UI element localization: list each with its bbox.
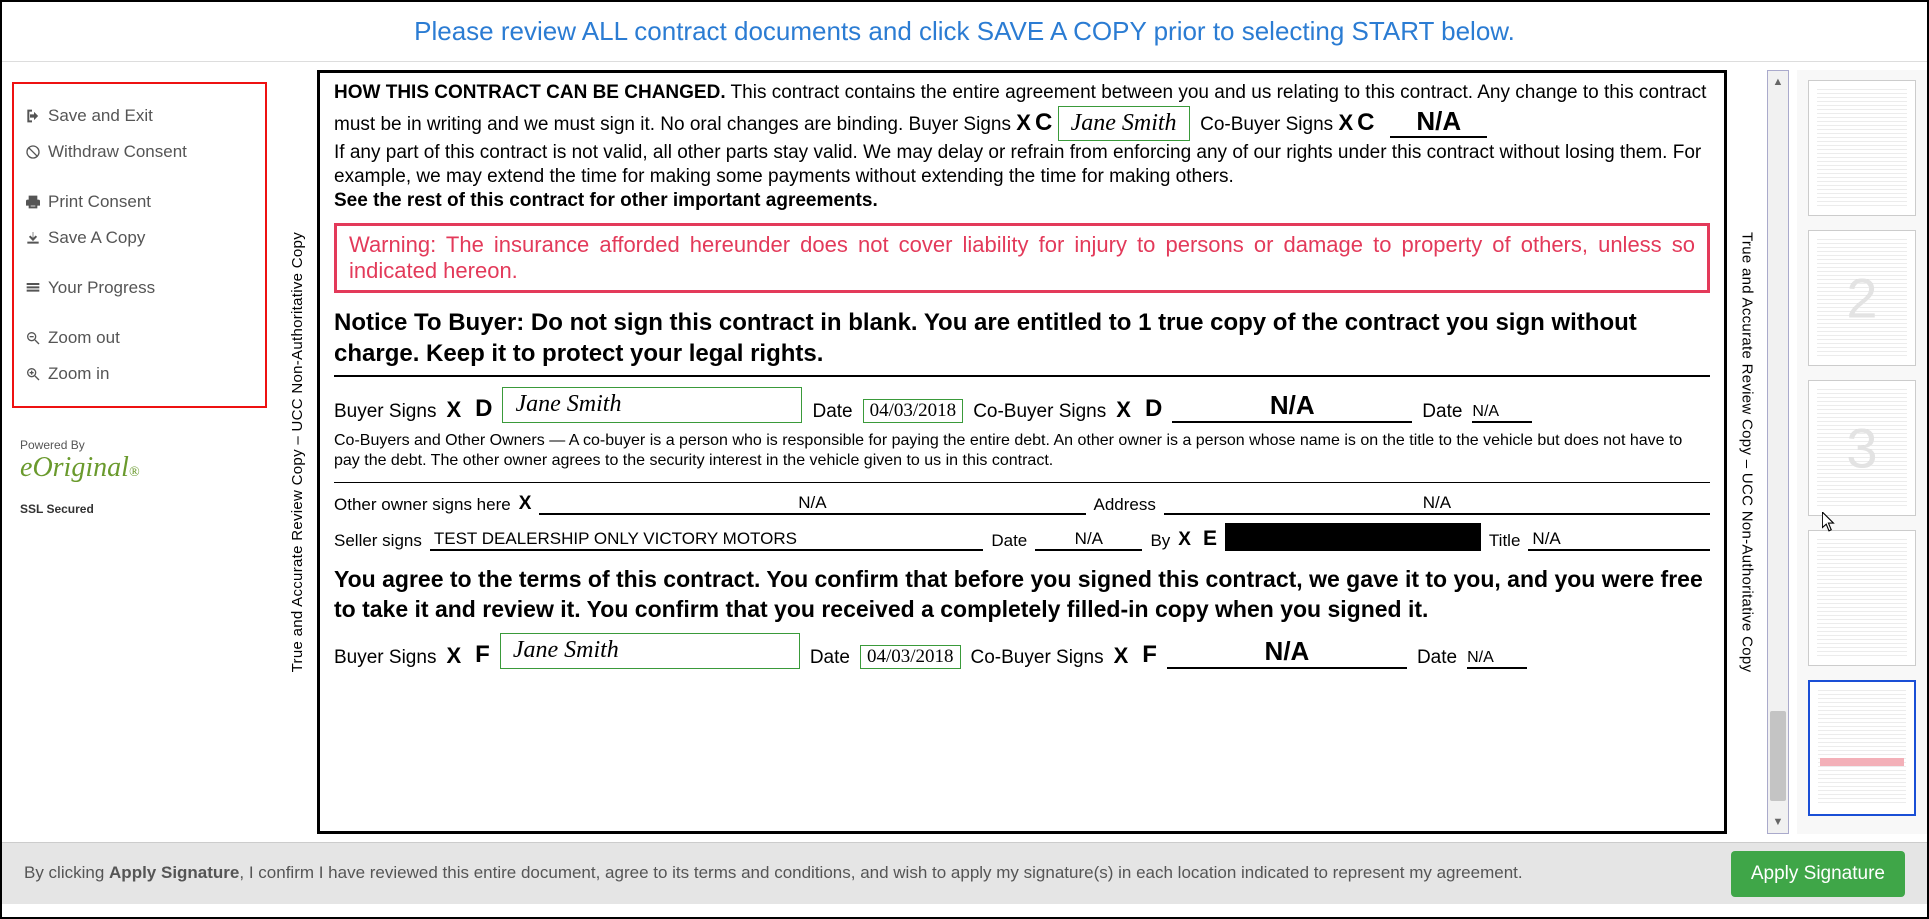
printer-icon — [24, 193, 42, 211]
page-thumbnails: 1 2 3 4 5 — [1797, 70, 1927, 834]
menu-label: Your Progress — [48, 278, 155, 298]
apply-disclaimer: By clicking Apply Signature, I confirm I… — [24, 862, 1711, 884]
document-scrollbar[interactable]: ▲ ▼ — [1767, 70, 1789, 834]
watermark-left: True and Accurate Review Copy – UCC Non-… — [277, 70, 317, 834]
thumb-page-4[interactable]: 4 — [1808, 530, 1916, 666]
zoom-in-icon — [24, 365, 42, 383]
signature-row-f: Buyer Signs XF Jane Smith Date 04/03/201… — [334, 633, 1710, 669]
powered-by-block: Powered By eOriginal® — [12, 438, 267, 484]
other-owner-row: Other owner signs here X N/A Address N/A — [334, 493, 1710, 515]
eoriginal-logo: eOriginal® — [20, 452, 267, 484]
apply-signature-button[interactable]: Apply Signature — [1731, 851, 1905, 897]
thumb-page-2[interactable]: 2 — [1808, 230, 1916, 366]
buyer-notice: Notice To Buyer: Do not sign this contra… — [334, 307, 1710, 369]
buyer-date-f[interactable]: 04/03/2018 — [860, 645, 961, 669]
other-owner-address: N/A — [1164, 493, 1710, 515]
scroll-up-icon[interactable]: ▲ — [1768, 71, 1788, 93]
sidebar-item-zoom-out[interactable]: Zoom out — [20, 320, 259, 356]
sig-letter-d: D — [475, 395, 492, 423]
insurance-warning: Warning: The insurance afforded hereunde… — [334, 223, 1710, 293]
exit-icon — [24, 107, 42, 125]
list-icon — [24, 279, 42, 297]
cobuyer-date-f: N/A — [1467, 649, 1527, 669]
sidebar-item-save-exit[interactable]: Save and Exit — [20, 98, 259, 134]
scroll-thumb[interactable] — [1770, 711, 1786, 801]
sig-letter-f2: F — [1142, 641, 1157, 669]
sidebar-item-progress[interactable]: Your Progress — [20, 270, 259, 306]
cobuyer-signature-c: N/A — [1390, 106, 1487, 138]
sig-letter-c: C — [1035, 109, 1052, 136]
buyer-signature-d[interactable]: Jane Smith — [502, 387, 802, 423]
menu-label: Print Consent — [48, 192, 151, 212]
sidebar-menu: Save and Exit Withdraw Consent Print Con… — [12, 82, 267, 408]
cobuyer-definition: Co-Buyers and Other Owners — A co-buyer … — [334, 431, 1710, 473]
buyer-signature-c[interactable]: Jane Smith — [1058, 106, 1190, 142]
sidebar-item-withdraw[interactable]: Withdraw Consent — [20, 134, 259, 170]
seller-date: N/A — [1035, 529, 1142, 551]
top-banner: Please review ALL contract documents and… — [2, 2, 1927, 62]
sidebar: Save and Exit Withdraw Consent Print Con… — [2, 62, 277, 842]
cobuyer-date-d: N/A — [1472, 403, 1532, 423]
menu-label: Withdraw Consent — [48, 142, 187, 162]
review-instruction: Please review ALL contract documents and… — [414, 16, 1515, 47]
sidebar-item-print[interactable]: Print Consent — [20, 184, 259, 220]
cobuyer-signature-d: N/A — [1172, 390, 1412, 423]
sig-letter-e: E — [1203, 527, 1217, 551]
zoom-out-icon — [24, 329, 42, 347]
sig-x: X — [1016, 110, 1031, 135]
agreement-statement: You agree to the terms of this contract.… — [334, 565, 1710, 625]
menu-label: Zoom in — [48, 364, 109, 384]
scroll-down-icon[interactable]: ▼ — [1768, 811, 1788, 833]
seller-title: N/A — [1528, 529, 1710, 551]
ban-icon — [24, 143, 42, 161]
seller-name: TEST DEALERSHIP ONLY VICTORY MOTORS — [430, 529, 983, 551]
sig-x: X — [1338, 110, 1353, 135]
buyer-signature-f[interactable]: Jane Smith — [500, 633, 800, 669]
contract-document: HOW THIS CONTRACT CAN BE CHANGED. This c… — [317, 70, 1727, 834]
cobuyer-signature-f: N/A — [1167, 636, 1407, 669]
signature-row-d: Buyer Signs XD Jane Smith Date 04/03/201… — [334, 387, 1710, 423]
change-clause: HOW THIS CONTRACT CAN BE CHANGED. This c… — [334, 81, 1710, 213]
menu-label: Save and Exit — [48, 106, 153, 126]
sidebar-item-save-copy[interactable]: Save A Copy — [20, 220, 259, 256]
menu-label: Save A Copy — [48, 228, 145, 248]
footer-bar: By clicking Apply Signature, I confirm I… — [2, 842, 1927, 904]
thumb-page-1[interactable]: 1 — [1808, 80, 1916, 216]
thumb-page-3[interactable]: 3 — [1808, 380, 1916, 516]
menu-label: Zoom out — [48, 328, 120, 348]
powered-by-label: Powered By — [20, 438, 267, 452]
document-viewer: True and Accurate Review Copy – UCC Non-… — [277, 62, 1927, 842]
seller-by-redacted — [1225, 523, 1481, 551]
download-icon — [24, 229, 42, 247]
ssl-label: SSL Secured — [12, 502, 267, 516]
thumb-page-5[interactable]: 5 — [1808, 680, 1916, 816]
buyer-date-d[interactable]: 04/03/2018 — [863, 399, 964, 423]
sig-letter-c2: C — [1357, 109, 1374, 136]
seller-row: Seller signs TEST DEALERSHIP ONLY VICTOR… — [334, 523, 1710, 551]
other-owner-sig: N/A — [539, 493, 1085, 515]
watermark-right: True and Accurate Review Copy – UCC Non-… — [1727, 70, 1767, 834]
sig-letter-d2: D — [1145, 395, 1162, 423]
sidebar-item-zoom-in[interactable]: Zoom in — [20, 356, 259, 392]
sig-letter-f: F — [475, 641, 490, 669]
